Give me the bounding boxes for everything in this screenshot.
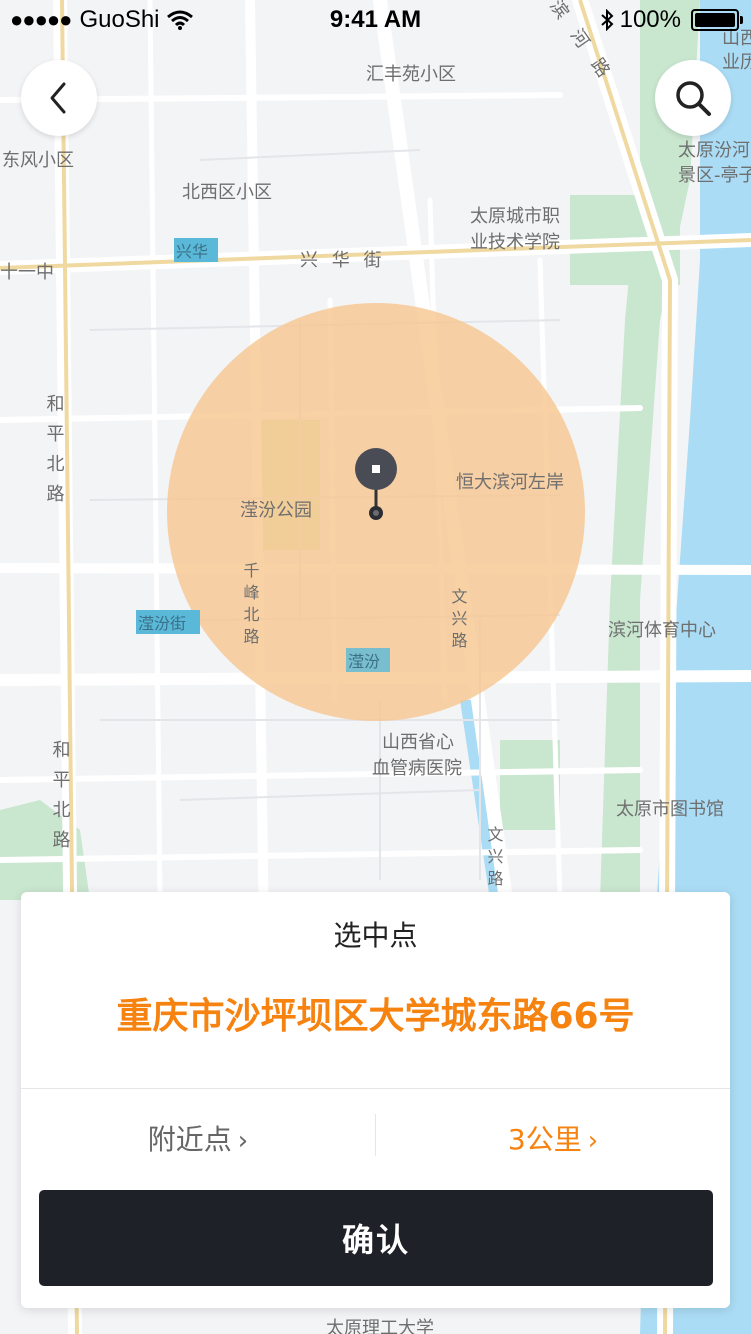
road-badge: 兴华 xyxy=(176,242,208,261)
map-label: 景区-亭子 xyxy=(678,165,751,186)
map-label: 北西区小区 xyxy=(182,182,272,203)
divider xyxy=(21,1088,730,1089)
search-button[interactable] xyxy=(655,60,731,136)
road-badge: 滢汾街 xyxy=(138,614,186,633)
map-label: 兴 华 街 xyxy=(300,250,385,271)
map-label: 太原城市职 xyxy=(470,206,560,227)
map-label: 业历 xyxy=(722,52,751,73)
battery-percent: 100% xyxy=(619,6,681,33)
map-label: 滢汾公园 xyxy=(240,500,312,521)
map-label: 和平北路 xyxy=(50,740,71,860)
map-label: 文兴路 xyxy=(449,588,468,654)
map-label: 恒大滨河左岸 xyxy=(456,472,564,493)
map-label: 山西省心 xyxy=(382,732,454,753)
selected-address: 重庆市沙坪坝区大学城东路66号 xyxy=(116,996,635,1037)
map-label: 太原汾河 xyxy=(678,140,750,161)
radius-label: 3公里 xyxy=(507,1123,582,1156)
map-label: 血管病医院 xyxy=(372,758,462,779)
panel-title: 选中点 xyxy=(333,919,418,952)
map-label: 十一中 xyxy=(0,262,54,283)
chevron-right-icon: › xyxy=(237,1126,249,1156)
map-label: 和平北路 xyxy=(44,394,65,514)
map-label: 业技术学院 xyxy=(470,232,560,253)
map-label: 文兴路 xyxy=(485,826,504,892)
map-label: 滨河体育中心 xyxy=(608,620,716,641)
status-bar: ●●●●● GuoShi 9:41 AM 100% xyxy=(0,0,751,40)
road-badge: 滢汾 xyxy=(348,652,380,671)
radius-selector-button[interactable]: 3公里 › xyxy=(376,1118,730,1158)
nearby-points-button[interactable]: 附近点 › xyxy=(21,1118,375,1158)
map-label: 东风小区 xyxy=(2,150,74,171)
chevron-right-icon: › xyxy=(587,1126,599,1156)
map-label: 太原理工大学 xyxy=(326,1318,434,1334)
nearby-points-label: 附近点 xyxy=(147,1123,232,1156)
status-right: 100% xyxy=(600,6,743,34)
map-label: 汇丰苑小区 xyxy=(366,64,456,85)
map-label: 太原市图书馆 xyxy=(616,799,724,820)
chevron-left-icon xyxy=(50,82,66,114)
bluetooth-icon xyxy=(600,9,614,31)
battery-icon xyxy=(691,9,743,31)
confirm-button[interactable]: 确认 xyxy=(39,1190,713,1286)
selected-point-panel: 选中点 重庆市沙坪坝区大学城东路66号 附近点 › 3公里 › 确认 xyxy=(21,892,730,1308)
back-button[interactable] xyxy=(21,60,97,136)
search-icon xyxy=(676,81,711,116)
map-label: 千峰北路 xyxy=(241,562,260,650)
